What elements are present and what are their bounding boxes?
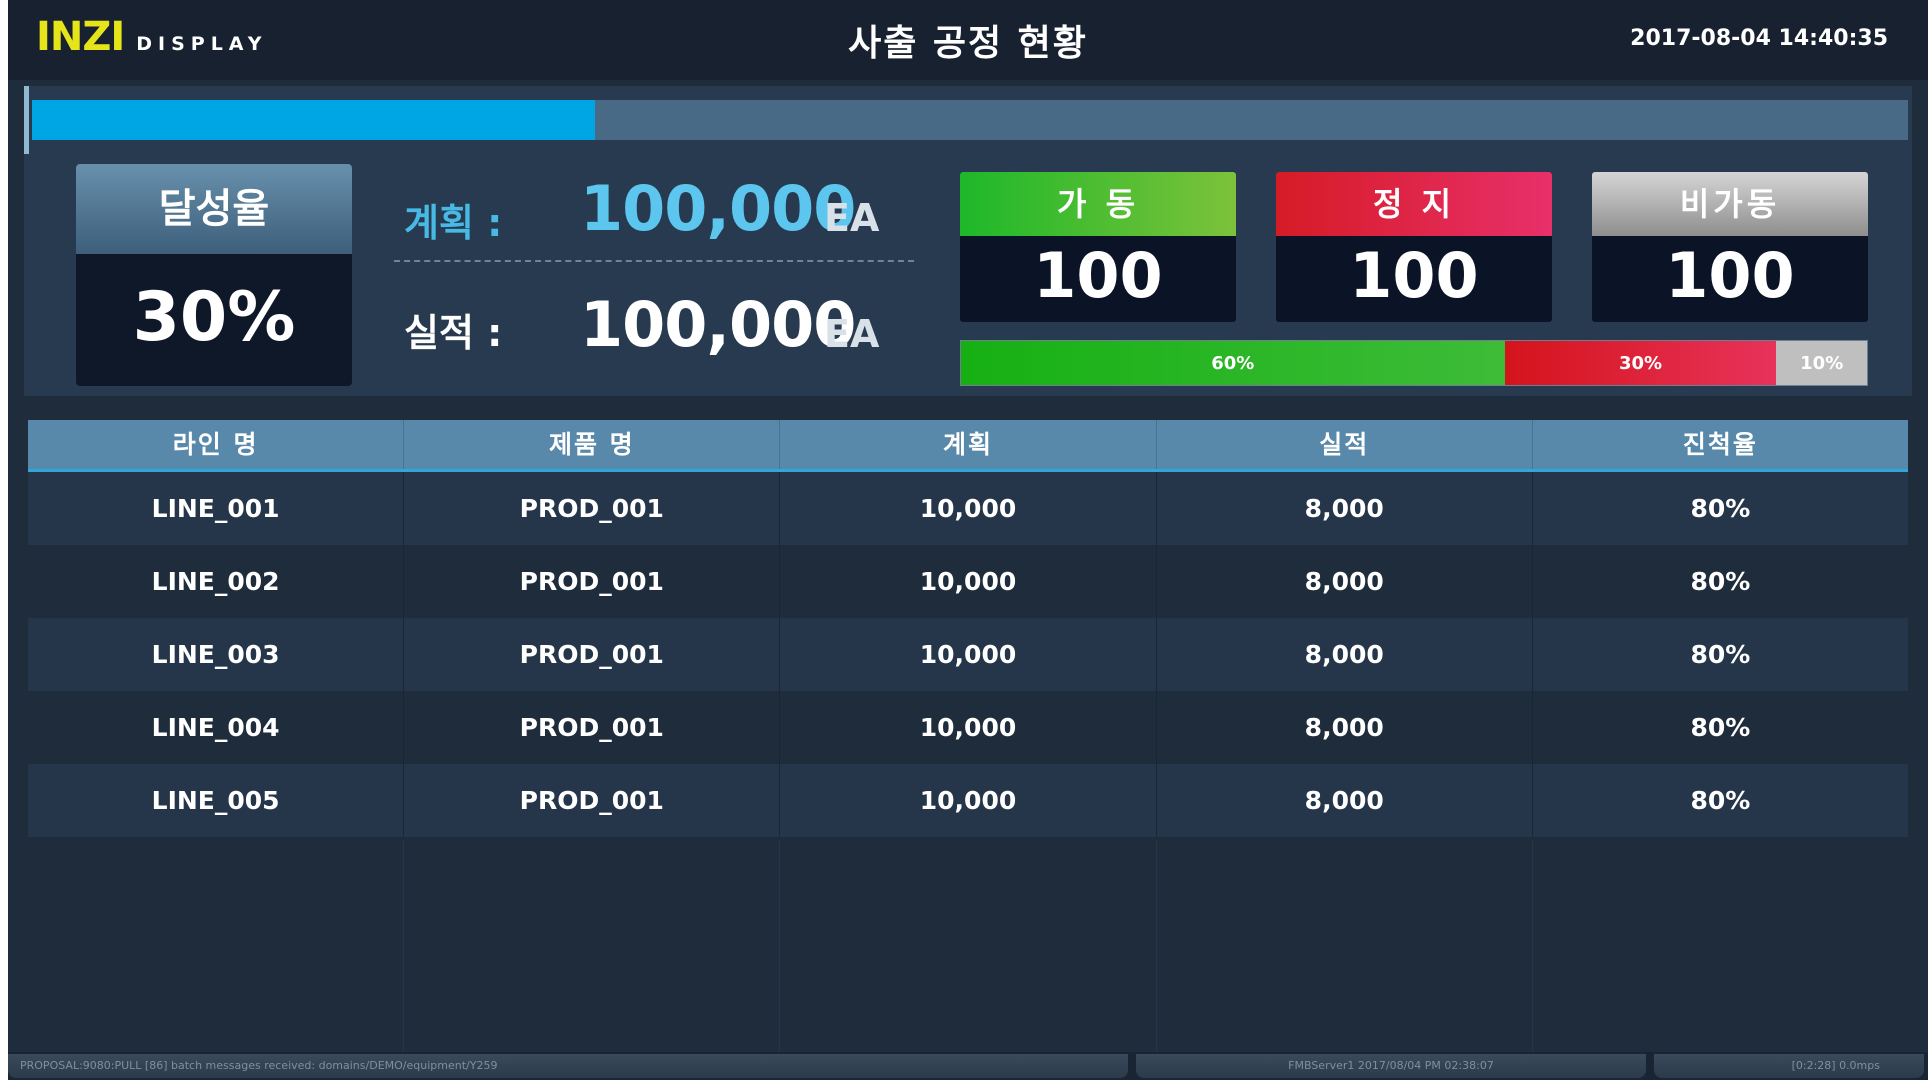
column-divider (404, 840, 781, 1052)
achievement-rate-value: 30% (132, 278, 296, 357)
dashboard-screen: INZI DISPLAY 사출 공정 현황 2017-08-04 14:40:3… (8, 0, 1928, 1080)
table-row: LINE_003 PROD_001 10,000 8,000 80% (28, 618, 1908, 691)
column-header-progress: 진척율 (1682, 430, 1758, 459)
actual-cell: 8,000 (1157, 618, 1533, 691)
progress-rate-cell: 80% (1690, 786, 1751, 815)
plan-cell: 10,000 (780, 545, 1157, 618)
table-header: 라인 명 제품 명 계획 실적 진척율 (28, 420, 1908, 472)
column-divider (780, 840, 1157, 1052)
actual-cell: 8,000 (1157, 472, 1533, 545)
status-message: PROPOSAL:9080:PULL [86] batch messages r… (8, 1054, 1128, 1078)
progress-rate-cell: 80% (1690, 494, 1751, 523)
product-name-cell: PROD_001 (404, 618, 781, 691)
column-header-actual: 실적 (1157, 420, 1533, 469)
progress-rate-cell: 80% (1690, 567, 1751, 596)
idle-status-label: 비가동 (1592, 172, 1868, 236)
table-row: LINE_004 PROD_001 10,000 8,000 80% (28, 691, 1908, 764)
idle-status-value: 100 (1665, 239, 1795, 312)
actual-value: 100,000 (580, 288, 856, 361)
line-name-cell: LINE_003 (28, 618, 405, 691)
column-divider (1533, 840, 1908, 1052)
stopped-status-card: 정 지 100 (1276, 172, 1552, 322)
achievement-rate-card: 달성율 30% (76, 164, 352, 386)
plan-cell: 10,000 (780, 764, 1157, 837)
table-row: LINE_001 PROD_001 10,000 8,000 80% (28, 472, 1908, 545)
plan-label: 계획 : (404, 201, 503, 245)
actual-unit: EA (824, 312, 880, 356)
line-name-cell: LINE_005 (28, 764, 405, 837)
running-status-card: 가 동 100 (960, 172, 1236, 322)
overall-progress-bar (32, 100, 1908, 140)
actual-cell: 8,000 (1157, 545, 1533, 618)
column-header-line: 라인 명 (28, 420, 405, 469)
summary-panel: 달성율 30% 계획 : 100,000 EA 실적 : 100,000 EA … (24, 154, 1912, 396)
plan-cell: 10,000 (780, 472, 1157, 545)
column-divider (1157, 840, 1533, 1052)
running-status-label: 가 동 (960, 172, 1236, 236)
column-header-plan: 계획 (780, 420, 1157, 469)
running-status-value: 100 (1033, 239, 1163, 312)
table-empty-area (28, 840, 1908, 1052)
table-row: LINE_002 PROD_001 10,000 8,000 80% (28, 545, 1908, 618)
message-rate: [0:2:28] 0.0mps (1654, 1054, 1924, 1078)
progress-marker (24, 86, 29, 154)
plan-cell: 10,000 (780, 691, 1157, 764)
header-bar: INZI DISPLAY 사출 공정 현황 2017-08-04 14:40:3… (8, 0, 1928, 80)
actual-cell: 8,000 (1157, 691, 1533, 764)
stopped-status-value: 100 (1349, 239, 1479, 312)
line-name-cell: LINE_001 (28, 472, 405, 545)
status-bar: PROPOSAL:9080:PULL [86] batch messages r… (8, 1052, 1928, 1080)
idle-share-segment: 10% (1776, 341, 1867, 385)
achievement-rate-label: 달성율 (76, 164, 352, 254)
product-name-cell: PROD_001 (404, 764, 781, 837)
actual-label: 실적 : (404, 311, 503, 355)
running-share-segment: 60% (961, 341, 1505, 385)
plan-cell: 10,000 (780, 618, 1157, 691)
actual-cell: 8,000 (1157, 764, 1533, 837)
progress-rate-cell: 80% (1690, 713, 1751, 742)
line-name-cell: LINE_002 (28, 545, 405, 618)
product-name-cell: PROD_001 (404, 545, 781, 618)
overall-progress-fill (32, 100, 595, 140)
plan-unit: EA (824, 196, 880, 240)
table-body: LINE_001 PROD_001 10,000 8,000 80% LINE_… (28, 472, 1908, 837)
summary-divider (394, 260, 914, 262)
product-name-cell: PROD_001 (404, 691, 781, 764)
table-row: LINE_005 PROD_001 10,000 8,000 80% (28, 764, 1908, 837)
line-name-cell: LINE_004 (28, 691, 405, 764)
column-header-product: 제품 명 (404, 420, 781, 469)
column-divider (28, 840, 405, 1052)
status-distribution-bar: 60% 30% 10% (960, 340, 1868, 386)
stopped-status-label: 정 지 (1276, 172, 1552, 236)
product-name-cell: PROD_001 (404, 472, 781, 545)
current-datetime: 2017-08-04 14:40:35 (1630, 26, 1888, 51)
plan-value: 100,000 (580, 172, 856, 245)
server-status: FMBServer1 2017/08/04 PM 02:38:07 (1136, 1054, 1646, 1078)
overall-progress-panel (24, 86, 1912, 154)
stopped-share-segment: 30% (1504, 341, 1777, 385)
progress-rate-cell: 80% (1690, 640, 1751, 669)
idle-status-card: 비가동 100 (1592, 172, 1868, 322)
line-status-table: 라인 명 제품 명 계획 실적 진척율 LINE_001 PROD_001 10… (28, 420, 1908, 1052)
